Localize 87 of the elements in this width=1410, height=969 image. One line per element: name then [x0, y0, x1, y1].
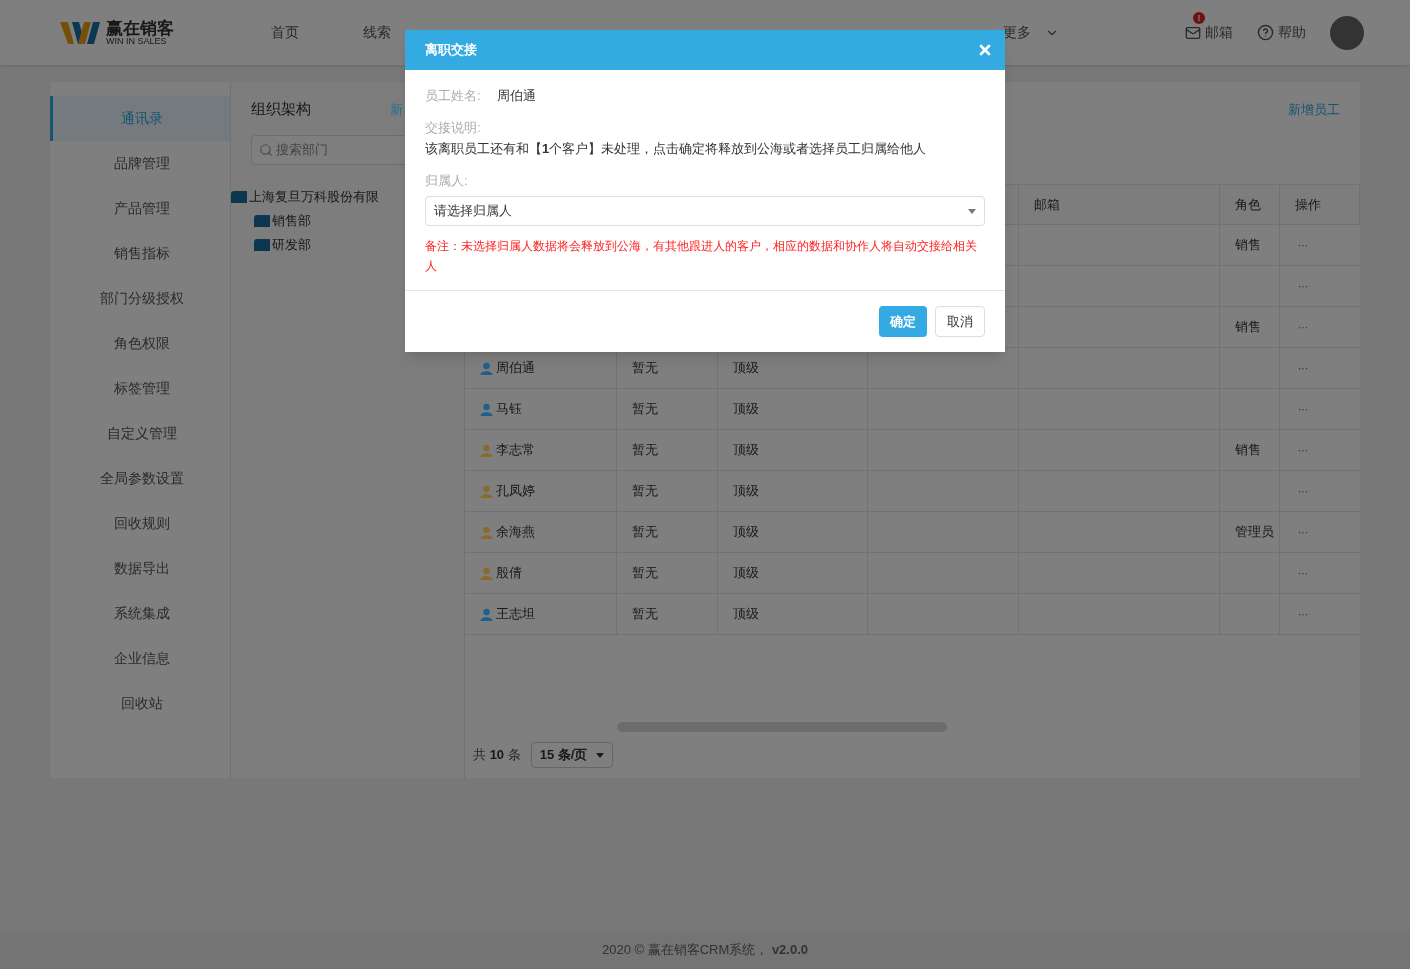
sidebar-item[interactable]: 角色权限	[50, 321, 230, 366]
role-cell-text: 销售	[1235, 236, 1261, 255]
help-icon	[1257, 24, 1274, 41]
confirm-button[interactable]: 确定	[879, 306, 927, 337]
tree-node[interactable]: 销售部	[272, 210, 311, 231]
department-cell-text: 暂无	[632, 564, 658, 583]
sidebar-item[interactable]: 品牌管理	[50, 141, 230, 186]
logo-tagline: WIN IN SALES	[106, 36, 167, 46]
actions-button[interactable]: ···	[1298, 278, 1308, 294]
department-cell-text: 暂无	[632, 359, 658, 378]
level-cell-text: 顶级	[733, 482, 759, 501]
total-count: 共 10 条	[473, 746, 521, 765]
search-icon	[259, 142, 273, 157]
mail-link[interactable]: 邮箱	[1185, 22, 1233, 43]
field-label: 归属人:	[425, 171, 469, 190]
field-label: 交接说明:	[425, 118, 482, 137]
logo-icon	[60, 19, 102, 46]
notification-badge: !	[1193, 12, 1205, 24]
department-cell-text: 暂无	[632, 400, 658, 419]
caret-icon	[968, 208, 976, 214]
mail-icon	[1185, 24, 1201, 41]
employee-name[interactable]: 殷倩	[496, 563, 522, 583]
caret-icon	[595, 752, 604, 758]
column-header: 邮箱	[1034, 195, 1060, 214]
owner-select[interactable]: 请选择归属人	[425, 196, 985, 226]
employee-name[interactable]: 马钰	[496, 399, 522, 419]
page-size-select[interactable]: 15 条/页	[530, 742, 613, 768]
sidebar-item[interactable]: 标签管理	[50, 366, 230, 411]
level-cell-text: 顶级	[733, 400, 759, 419]
sidebar-item[interactable]: 系统集成	[50, 591, 230, 636]
panel-title: 组织架构	[251, 99, 311, 119]
employee-name[interactable]: 余海燕	[496, 522, 535, 542]
help-link[interactable]: 帮助	[1257, 22, 1306, 43]
actions-button[interactable]: ···	[1298, 606, 1308, 622]
employee-name[interactable]: 孔凤婷	[496, 481, 535, 501]
warning-text: 备注：未选择归属人数据将会释放到公海，有其他跟进人的客户，相应的数据和协作人将自动交接给相关人	[425, 238, 978, 275]
actions-button[interactable]: ···	[1298, 524, 1308, 540]
sidebar-item[interactable]: 部门分级授权	[50, 276, 230, 321]
actions-button[interactable]: ···	[1298, 319, 1308, 335]
employee-name[interactable]: 李志常	[496, 440, 535, 460]
sidebar-item[interactable]: 全局参数设置	[50, 456, 230, 501]
department-cell-text: 暂无	[632, 441, 658, 460]
level-cell-text: 顶级	[733, 359, 759, 378]
department-cell-text: 暂无	[632, 523, 658, 542]
employee-name: 周伯通	[496, 87, 536, 105]
close-icon[interactable]	[977, 42, 993, 58]
column-header: 操作	[1295, 195, 1321, 214]
nav-link[interactable]: 首页	[239, 22, 331, 43]
department-cell-text: 暂无	[632, 605, 658, 624]
level-cell-text: 顶级	[733, 441, 759, 460]
actions-button[interactable]: ···	[1298, 565, 1308, 581]
level-cell-text: 顶级	[733, 523, 759, 542]
actions-button[interactable]: ···	[1298, 483, 1308, 499]
employee-name[interactable]: 周伯通	[496, 358, 535, 378]
sidebar-item[interactable]: 回收规则	[50, 501, 230, 546]
tree-node[interactable]: 研发部	[272, 234, 311, 255]
role-cell-text: 销售	[1235, 318, 1261, 337]
sidebar-item[interactable]: 产品管理	[50, 186, 230, 231]
footer-text: 2020 © 赢在销客CRM系统， v2.0.0	[601, 941, 809, 960]
role-cell-text: 管理员	[1235, 523, 1274, 542]
sidebar-item[interactable]: 自定义管理	[50, 411, 230, 456]
sidebar-item[interactable]: 数据导出	[50, 546, 230, 591]
sidebar-item[interactable]: 销售指标	[50, 231, 230, 276]
avatar[interactable]	[1330, 15, 1364, 50]
folder-icon	[231, 190, 247, 203]
dialog-title: 离职交接	[425, 41, 477, 60]
department-cell-text: 暂无	[632, 482, 658, 501]
field-label: 员工姓名:	[425, 87, 481, 105]
actions-button[interactable]: ···	[1298, 442, 1308, 458]
sidebar-item[interactable]: 企业信息	[50, 636, 230, 681]
column-header: 角色	[1235, 195, 1261, 214]
actions-button[interactable]: ···	[1298, 360, 1308, 376]
actions-button[interactable]: ···	[1298, 237, 1308, 253]
actions-button[interactable]: ···	[1298, 401, 1308, 417]
add-employee-link[interactable]: 新增员工	[1288, 100, 1340, 118]
level-cell-text: 顶级	[733, 605, 759, 624]
folder-icon	[254, 238, 270, 251]
cancel-button[interactable]: 取消	[935, 306, 985, 337]
sidebar-item[interactable]: 通讯录	[50, 96, 230, 141]
role-cell-text: 销售	[1235, 441, 1261, 460]
more-menu[interactable]: 更多	[1003, 22, 1059, 43]
employee-name[interactable]: 王志坦	[496, 604, 535, 624]
level-cell-text: 顶级	[733, 564, 759, 583]
sidebar-item[interactable]: 回收站	[50, 681, 230, 726]
tree-node[interactable]: 上海复旦万科股份有限	[249, 186, 379, 207]
logo-name: 赢在销客	[106, 19, 174, 37]
folder-icon	[254, 214, 270, 227]
